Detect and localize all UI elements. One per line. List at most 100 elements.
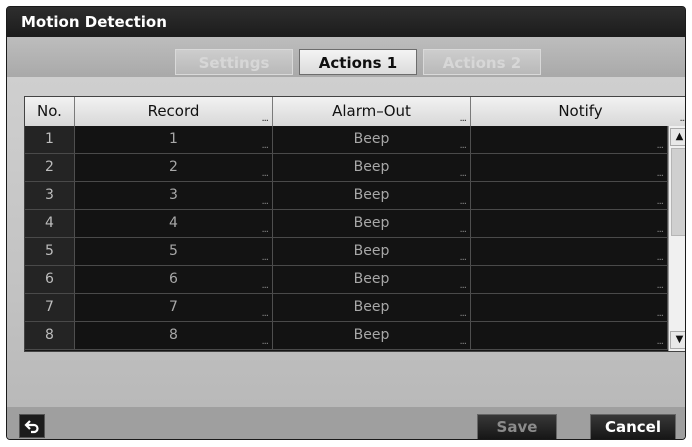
- table-header: No. Record ... Alarm–Out ... Notify ...: [25, 97, 685, 126]
- cell-alarm-out-value: Beep: [353, 215, 390, 231]
- cell-alarm-out-value: Beep: [353, 271, 390, 287]
- header-notify-ellipsis[interactable]: ...: [679, 114, 685, 124]
- cell-record[interactable]: 4...: [75, 210, 273, 237]
- back-arrow-icon: [24, 420, 39, 434]
- cell-notify[interactable]: ...: [471, 266, 668, 293]
- cell-ellipsis[interactable]: ...: [656, 197, 663, 207]
- cell-alarm-out-value: Beep: [353, 131, 390, 147]
- header-alarm-out-ellipsis[interactable]: ...: [459, 114, 466, 124]
- cell-ellipsis[interactable]: ...: [459, 141, 466, 151]
- cell-alarm-out[interactable]: Beep...: [273, 322, 471, 349]
- cell-record-value: 7: [169, 299, 178, 315]
- cell-ellipsis[interactable]: ...: [459, 309, 466, 319]
- cell-notify[interactable]: ...: [471, 210, 668, 237]
- cell-alarm-out-value: Beep: [353, 243, 390, 259]
- cell-ellipsis[interactable]: ...: [459, 281, 466, 291]
- cell-record[interactable]: 8...: [75, 322, 273, 349]
- cell-ellipsis[interactable]: ...: [261, 281, 268, 291]
- tab-settings[interactable]: Settings: [175, 49, 293, 75]
- cell-alarm-out-value: Beep: [353, 187, 390, 203]
- title-bar: Motion Detection: [7, 7, 685, 37]
- cell-no: 7: [25, 294, 75, 321]
- table-row[interactable]: 6 6... Beep... ...: [25, 266, 668, 294]
- cell-record[interactable]: 3...: [75, 182, 273, 209]
- header-alarm-out-label: Alarm–Out: [332, 102, 411, 120]
- cell-no: 4: [25, 210, 75, 237]
- cell-alarm-out[interactable]: Beep...: [273, 126, 471, 153]
- cell-notify[interactable]: ...: [471, 238, 668, 265]
- cell-record-value: 6: [169, 271, 178, 287]
- cell-notify[interactable]: ...: [471, 182, 668, 209]
- cell-ellipsis[interactable]: ...: [656, 281, 663, 291]
- cell-ellipsis[interactable]: ...: [261, 253, 268, 263]
- tab-actions-1[interactable]: Actions 1: [299, 49, 417, 75]
- cell-ellipsis[interactable]: ...: [261, 141, 268, 151]
- scrollbar-thumb[interactable]: [671, 148, 685, 236]
- cell-record-value: 4: [169, 215, 178, 231]
- cell-no: 3: [25, 182, 75, 209]
- back-button[interactable]: [19, 414, 45, 438]
- cell-ellipsis[interactable]: ...: [261, 169, 268, 179]
- table-row[interactable]: 2 2... Beep... ...: [25, 154, 668, 182]
- cell-record-value: 5: [169, 243, 178, 259]
- cell-record-value: 8: [169, 327, 178, 343]
- cell-alarm-out-value: Beep: [353, 159, 390, 175]
- cell-ellipsis[interactable]: ...: [459, 169, 466, 179]
- header-record[interactable]: Record ...: [75, 97, 273, 126]
- cell-alarm-out[interactable]: Beep...: [273, 154, 471, 181]
- content-panel: No. Record ... Alarm–Out ... Notify ... …: [7, 77, 685, 439]
- cell-alarm-out[interactable]: Beep...: [273, 238, 471, 265]
- cell-no: 1: [25, 126, 75, 153]
- cell-record[interactable]: 1...: [75, 126, 273, 153]
- table-body: 1 1... Beep... ... 2 2... Beep... ... 3 …: [25, 126, 668, 350]
- cell-ellipsis[interactable]: ...: [656, 141, 663, 151]
- cell-record[interactable]: 7...: [75, 294, 273, 321]
- header-record-ellipsis[interactable]: ...: [261, 114, 268, 124]
- cell-ellipsis[interactable]: ...: [656, 309, 663, 319]
- cell-record-value: 3: [169, 187, 178, 203]
- cell-alarm-out[interactable]: Beep...: [273, 266, 471, 293]
- cell-notify[interactable]: ...: [471, 294, 668, 321]
- cell-alarm-out[interactable]: Beep...: [273, 210, 471, 237]
- cell-ellipsis[interactable]: ...: [261, 337, 268, 347]
- cell-ellipsis[interactable]: ...: [261, 225, 268, 235]
- header-notify[interactable]: Notify ...: [471, 97, 685, 126]
- header-alarm-out[interactable]: Alarm–Out ...: [273, 97, 471, 126]
- table-row[interactable]: 4 4... Beep... ...: [25, 210, 668, 238]
- cell-alarm-out[interactable]: Beep...: [273, 294, 471, 321]
- cell-ellipsis[interactable]: ...: [261, 197, 268, 207]
- cell-ellipsis[interactable]: ...: [656, 253, 663, 263]
- cell-no: 5: [25, 238, 75, 265]
- dialog-title: Motion Detection: [21, 13, 167, 31]
- cell-ellipsis[interactable]: ...: [459, 337, 466, 347]
- scroll-down-button[interactable]: ▼: [670, 331, 685, 349]
- save-button[interactable]: Save: [477, 414, 557, 439]
- cell-alarm-out[interactable]: Beep...: [273, 182, 471, 209]
- cell-alarm-out-value: Beep: [353, 299, 390, 315]
- cell-notify[interactable]: ...: [471, 322, 668, 349]
- down-arrow-icon: ▼: [675, 334, 684, 345]
- cell-record[interactable]: 2...: [75, 154, 273, 181]
- table-row[interactable]: 1 1... Beep... ...: [25, 126, 668, 154]
- cell-record[interactable]: 6...: [75, 266, 273, 293]
- cancel-button[interactable]: Cancel: [590, 414, 676, 439]
- scroll-up-button[interactable]: ▲: [670, 128, 685, 146]
- tab-actions-2[interactable]: Actions 2: [423, 49, 541, 75]
- cell-record[interactable]: 5...: [75, 238, 273, 265]
- cell-ellipsis[interactable]: ...: [459, 225, 466, 235]
- table-scrollbar[interactable]: ▲ ▼: [668, 126, 685, 351]
- cell-ellipsis[interactable]: ...: [656, 225, 663, 235]
- table-row[interactable]: 7 7... Beep... ...: [25, 294, 668, 322]
- cell-ellipsis[interactable]: ...: [459, 253, 466, 263]
- up-arrow-icon: ▲: [675, 131, 684, 142]
- cell-notify[interactable]: ...: [471, 126, 668, 153]
- cell-ellipsis[interactable]: ...: [261, 309, 268, 319]
- table-row[interactable]: 3 3... Beep... ...: [25, 182, 668, 210]
- table-row[interactable]: 5 5... Beep... ...: [25, 238, 668, 266]
- cell-ellipsis[interactable]: ...: [459, 197, 466, 207]
- cell-ellipsis[interactable]: ...: [656, 169, 663, 179]
- table-row[interactable]: 8 8... Beep... ...: [25, 322, 668, 350]
- header-no[interactable]: No.: [25, 97, 75, 126]
- cell-ellipsis[interactable]: ...: [656, 337, 663, 347]
- cell-notify[interactable]: ...: [471, 154, 668, 181]
